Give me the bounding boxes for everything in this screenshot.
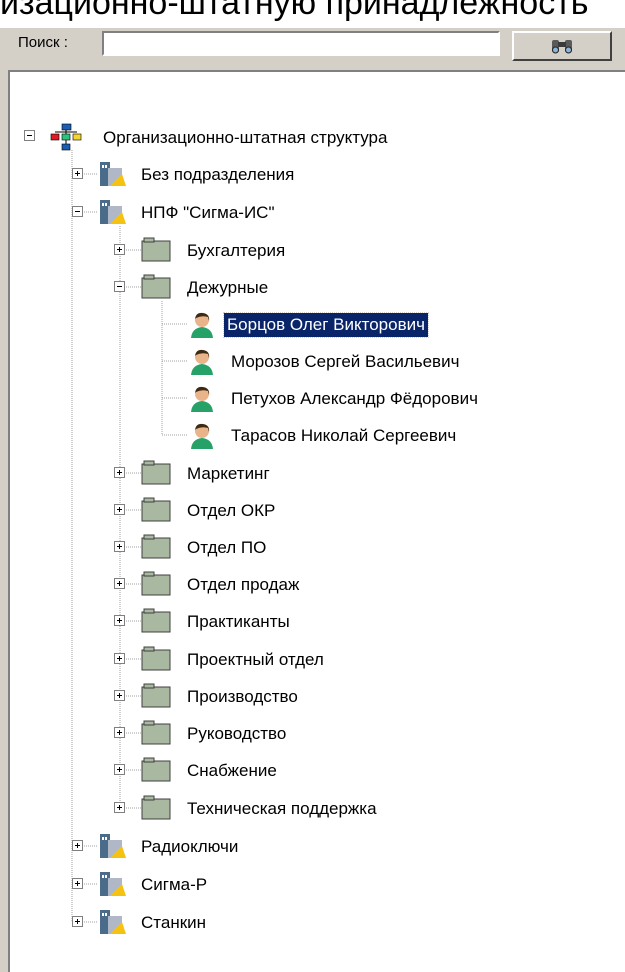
tree-node-label[interactable]: Производство bbox=[184, 685, 301, 709]
binoculars-icon bbox=[552, 40, 572, 54]
folder-icon bbox=[141, 571, 171, 596]
folder-icon bbox=[141, 720, 171, 745]
person-icon bbox=[191, 349, 213, 375]
expand-icon[interactable] bbox=[114, 727, 125, 738]
org-tree[interactable]: Организационно-штатная структура Без под… bbox=[8, 70, 625, 972]
expand-icon[interactable] bbox=[72, 916, 83, 927]
folder-icon bbox=[141, 534, 171, 559]
tree-node-label[interactable]: Морозов Сергей Васильевич bbox=[228, 350, 462, 374]
collapse-icon[interactable] bbox=[114, 281, 125, 292]
search-label: Поиск : bbox=[18, 34, 68, 51]
org-structure-icon bbox=[50, 123, 82, 151]
tree-node-label[interactable]: Бухгалтерия bbox=[184, 239, 288, 263]
expand-icon[interactable] bbox=[72, 168, 83, 179]
tree-node-label-selected[interactable]: Борцов Олег Викторович bbox=[223, 312, 429, 338]
expand-icon[interactable] bbox=[114, 541, 125, 552]
folder-icon bbox=[141, 683, 171, 708]
building-icon bbox=[100, 834, 126, 858]
expand-icon[interactable] bbox=[72, 878, 83, 889]
person-icon bbox=[191, 386, 213, 412]
expand-icon[interactable] bbox=[114, 504, 125, 515]
tree-node-label[interactable]: Отдел продаж bbox=[184, 573, 302, 597]
tree-node-label[interactable]: Отдел ПО bbox=[184, 536, 269, 560]
expand-icon[interactable] bbox=[114, 764, 125, 775]
tree-node-label[interactable]: Радиоключи bbox=[138, 835, 241, 859]
folder-icon bbox=[141, 237, 171, 262]
title-text: изационно-штатную принадлежность bbox=[0, 0, 589, 22]
tree-node-label[interactable]: Дежурные bbox=[184, 276, 271, 300]
person-icon bbox=[191, 423, 213, 449]
tree-node-label[interactable]: Петухов Александр Фёдорович bbox=[228, 387, 481, 411]
folder-icon bbox=[141, 497, 171, 522]
tree-node-label[interactable]: Маркетинг bbox=[184, 462, 273, 486]
expand-icon[interactable] bbox=[114, 802, 125, 813]
expand-icon[interactable] bbox=[114, 690, 125, 701]
tree-node-label[interactable]: Практиканты bbox=[184, 610, 293, 634]
tree-node-label[interactable]: Техническая поддержка bbox=[184, 797, 380, 821]
expand-icon[interactable] bbox=[114, 578, 125, 589]
tree-node-label[interactable]: Станкин bbox=[138, 911, 209, 935]
tree-node-label[interactable]: Без подразделения bbox=[138, 163, 297, 187]
folder-icon bbox=[141, 795, 171, 820]
building-icon bbox=[100, 872, 126, 896]
tree-node-label[interactable]: Сигма-Р bbox=[138, 873, 210, 897]
tree-node-label[interactable]: Проектный отдел bbox=[184, 648, 327, 672]
tree-root-label[interactable]: Организационно-штатная структура bbox=[100, 126, 390, 150]
collapse-icon[interactable] bbox=[72, 206, 83, 217]
folder-icon bbox=[141, 460, 171, 485]
collapse-root-icon[interactable] bbox=[24, 130, 35, 141]
person-icon bbox=[191, 312, 213, 338]
tree-node-label[interactable]: Снабжение bbox=[184, 759, 280, 783]
tree-node-label[interactable]: НПФ "Сигма-ИС" bbox=[138, 201, 278, 225]
tree-node-label[interactable]: Отдел ОКР bbox=[184, 499, 278, 523]
tree-node-label[interactable]: Руководство bbox=[184, 722, 289, 746]
window-title-fragment: изационно-штатную принадлежность bbox=[0, 0, 625, 28]
folder-icon bbox=[141, 757, 171, 782]
org-structure-panel: Поиск : Организационно-штатная структура… bbox=[0, 28, 625, 972]
tree-node-label[interactable]: Тарасов Николай Сергеевич bbox=[228, 424, 459, 448]
folder-icon bbox=[141, 608, 171, 633]
building-icon bbox=[100, 200, 126, 224]
folder-icon bbox=[141, 646, 171, 671]
building-icon bbox=[100, 162, 126, 186]
building-icon bbox=[100, 910, 126, 934]
expand-icon[interactable] bbox=[114, 244, 125, 255]
folder-icon bbox=[141, 274, 171, 299]
search-input[interactable] bbox=[102, 31, 500, 56]
expand-icon[interactable] bbox=[114, 615, 125, 626]
expand-icon[interactable] bbox=[114, 653, 125, 664]
expand-icon[interactable] bbox=[114, 467, 125, 478]
expand-icon[interactable] bbox=[72, 840, 83, 851]
search-button[interactable] bbox=[512, 31, 612, 61]
